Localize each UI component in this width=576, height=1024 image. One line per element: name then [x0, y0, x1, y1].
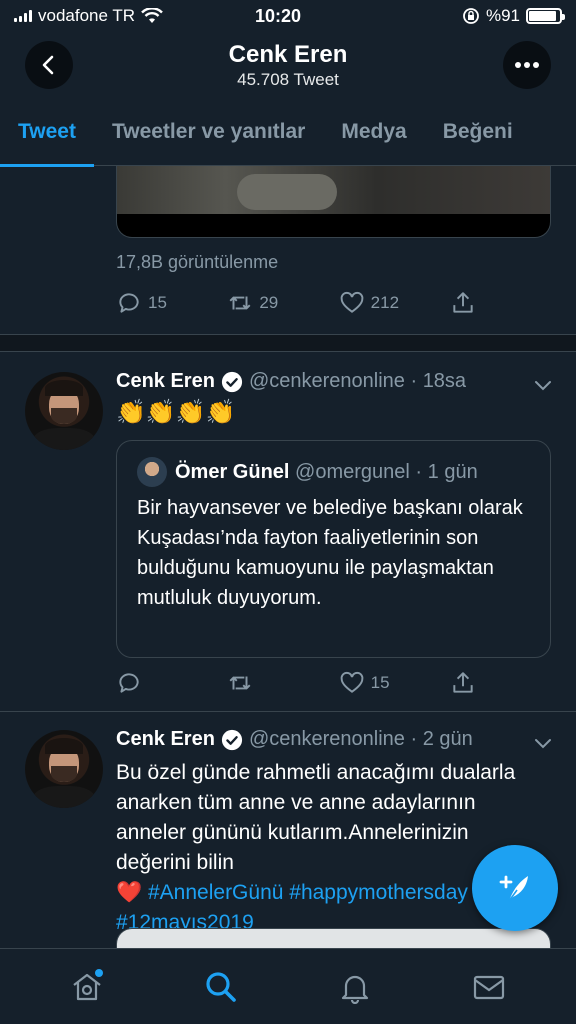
chevron-down-icon[interactable] — [532, 374, 554, 396]
tweet-body: Bu özel günde rahmetli anacağımı dualarl… — [116, 761, 516, 874]
tab-tweets[interactable]: Tweet — [0, 98, 94, 167]
like-button[interactable]: 212 — [339, 290, 450, 316]
author-name[interactable]: Cenk Eren — [116, 370, 215, 393]
header-name: Cenk Eren — [228, 41, 348, 68]
reply-icon — [119, 673, 139, 693]
wifi-icon — [141, 8, 163, 23]
quoted-avatar — [137, 457, 167, 487]
bottom-navigation — [0, 948, 576, 1024]
share-icon — [453, 672, 473, 693]
orientation-lock-icon — [463, 8, 479, 24]
clock: 10:20 — [254, 5, 302, 26]
battery-icon — [526, 8, 565, 24]
status-right: %91 — [362, 6, 565, 26]
reply-button[interactable]: 15 — [116, 290, 227, 316]
quoted-author-handle: @omergunel — [295, 460, 410, 483]
tweet-text: Bu özel günde rahmetli anacağımı dualarl… — [116, 758, 526, 938]
nav-home[interactable] — [57, 957, 117, 1017]
chevron-left-icon — [42, 55, 54, 75]
tab-likes[interactable]: Beğeni — [425, 98, 531, 166]
share-button[interactable] — [450, 290, 476, 316]
tweet-media[interactable] — [116, 928, 551, 948]
like-count: 15 — [370, 673, 390, 692]
signal-icon — [14, 10, 32, 22]
chevron-down-icon[interactable] — [532, 732, 554, 754]
author-handle: @cenkerenonline — [248, 370, 405, 392]
compose-feather-icon — [499, 875, 528, 902]
tweet-time: 2 gün — [422, 728, 473, 750]
retweet-count: 29 — [259, 293, 279, 312]
profile-header: Cenk Eren 45.708 Tweet — [0, 32, 576, 98]
heart-icon — [340, 671, 363, 693]
hashtags-line-1[interactable]: #AnnelerGünü #happymothersday — [148, 881, 468, 904]
tweet-actions: 15 29 212 — [116, 290, 476, 316]
author-name[interactable]: Cenk Eren — [116, 728, 215, 751]
tweet-text: 👏👏👏👏 — [116, 399, 236, 426]
reply-count: 15 — [148, 293, 167, 312]
tab-media[interactable]: Medya — [323, 98, 424, 166]
tweet-actions: 15 — [116, 670, 476, 696]
carrier-label: vodafone TR — [38, 6, 136, 25]
retweet-button[interactable]: 29 — [227, 290, 338, 316]
tweet-header: Cenk Eren @cenkerenonline · 2 gün — [116, 728, 473, 751]
more-button[interactable] — [503, 41, 551, 89]
bell-icon — [341, 975, 369, 1004]
new-content-dot — [95, 968, 103, 977]
status-bar: vodafone TR 10:20 %91 — [0, 0, 576, 32]
header-titles: Cenk Eren 45.708 Tweet — [229, 40, 348, 90]
tweet-time: 18sa — [422, 370, 467, 392]
compose-button[interactable] — [472, 845, 558, 931]
quoted-header: Ömer Günel @omergunel · 1 gün — [137, 457, 478, 487]
ellipsis-icon — [515, 62, 539, 68]
quoted-author-name: Ömer Günel — [175, 460, 290, 483]
heart-emoji: ❤️ — [116, 881, 143, 904]
verified-badge-icon — [221, 371, 243, 392]
reply-button[interactable] — [116, 670, 227, 696]
quoted-time: 1 gün — [427, 460, 478, 483]
tweet-header: Cenk Eren @cenkerenonline · 18sa — [116, 370, 467, 393]
retweet-button[interactable] — [227, 670, 338, 696]
retweet-icon — [229, 676, 251, 690]
share-button[interactable] — [450, 670, 476, 696]
mail-icon — [473, 975, 505, 999]
tweet-feed[interactable]: 17,8B görüntülenme 15 29 212 Cenk Eren @… — [0, 166, 576, 948]
like-button[interactable]: 15 — [339, 670, 450, 696]
avatar[interactable] — [25, 730, 103, 808]
profile-tabs: Tweet Tweetler ve yanıtlar Medya Beğeni — [0, 98, 576, 167]
quoted-text: Bir hayvansever ve belediye başkanı olar… — [137, 497, 523, 609]
author-handle: @cenkerenonline — [248, 728, 405, 750]
battery-percent: %91 — [485, 6, 520, 25]
search-icon — [206, 971, 236, 1002]
tweet-media[interactable] — [116, 166, 551, 238]
view-count: 17,8B görüntülenme — [116, 252, 279, 272]
verified-badge-icon — [221, 729, 243, 750]
tab-tweets-and-replies[interactable]: Tweetler ve yanıtlar — [94, 98, 323, 166]
quoted-tweet[interactable]: Ömer Günel @omergunel · 1 gün Bir hayvan… — [116, 440, 551, 658]
nav-search[interactable] — [191, 957, 251, 1017]
reply-icon — [119, 293, 139, 313]
share-icon — [453, 292, 473, 313]
avatar[interactable] — [25, 372, 103, 450]
retweet-icon — [229, 296, 251, 310]
tweet[interactable]: Cenk Eren @cenkerenonline · 18sa 👏👏👏👏 Öm… — [0, 352, 576, 708]
like-count: 212 — [370, 293, 400, 312]
nav-notifications[interactable] — [325, 957, 385, 1017]
back-button[interactable] — [25, 41, 73, 89]
nav-messages[interactable] — [459, 957, 519, 1017]
heart-icon — [340, 291, 363, 313]
feed-divider — [0, 334, 576, 352]
header-tweet-count: 45.708 Tweet — [237, 70, 339, 89]
